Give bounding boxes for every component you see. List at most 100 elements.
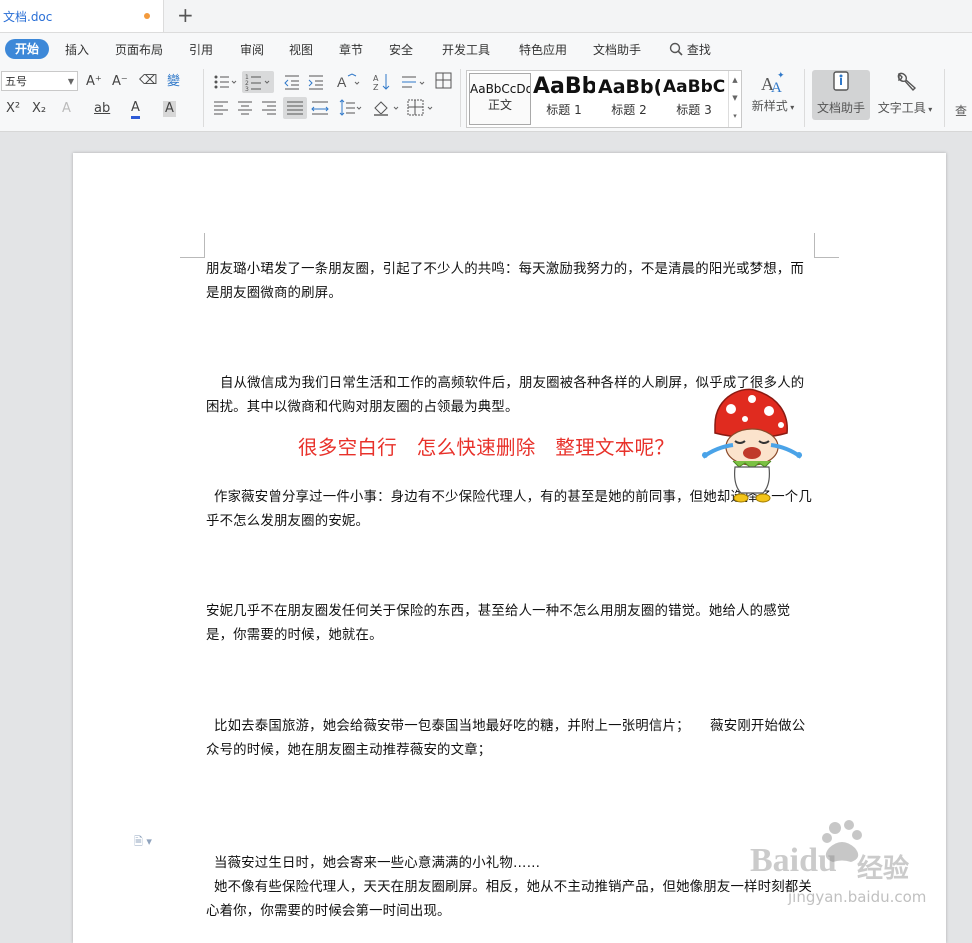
wrench-icon xyxy=(897,72,917,92)
menu-tab-page-layout[interactable]: 页面布局 xyxy=(115,41,163,58)
separator xyxy=(460,69,461,127)
align-left-icon[interactable] xyxy=(213,100,229,116)
document-tab-title: 文档.doc xyxy=(3,10,53,24)
font-color-button[interactable]: A xyxy=(131,100,140,119)
sort-icon[interactable]: AZ xyxy=(372,72,392,92)
increase-indent-icon[interactable] xyxy=(307,73,325,91)
style-heading-1-sample: AaBb xyxy=(533,74,595,99)
watermark-brand-cn: 经验 xyxy=(857,854,910,884)
style-heading-1[interactable]: AaBb 标题 1 xyxy=(533,73,595,123)
doc-assistant-label: 文档助手 xyxy=(816,101,865,115)
doc-assistant-button[interactable]: 文档助手 xyxy=(812,70,870,120)
body-paragraph: 她不像有些保险代理人，天天在朋友圈刷屏。相反，她从不主动推销产品，但她像朋友一样… xyxy=(206,880,812,919)
ribbon-toolbar: 五号 ▼ A⁺ A⁻ ⌫ 變 X² X₂ A ab A A 123 A AZ A… xyxy=(0,65,972,132)
superscript-button[interactable]: X² xyxy=(6,101,20,117)
text-tools-button[interactable]: 文字工具 ▾ xyxy=(875,70,935,120)
style-heading-2-sample: AaBb( xyxy=(598,76,660,98)
text-effect-button[interactable]: A xyxy=(62,101,71,117)
doc-assistant-icon xyxy=(833,71,849,91)
decrease-indent-icon[interactable] xyxy=(283,73,301,91)
menu-tab-view[interactable]: 视图 xyxy=(289,41,313,58)
font-shrink-button[interactable]: A⁻ xyxy=(112,74,128,90)
style-gallery-scroll[interactable]: ▲ ▼ ▾ xyxy=(728,71,741,127)
style-heading-3[interactable]: AaBbC 标题 3 xyxy=(663,73,725,123)
svg-text:A: A xyxy=(337,74,347,90)
annotation-banner: 很多空白行 怎么快速删除 整理文本呢？ xyxy=(298,436,675,459)
text-tools-label: 文字工具 xyxy=(877,101,926,115)
crop-mark xyxy=(204,233,205,258)
font-size-value: 五号 xyxy=(5,75,27,88)
menu-bar: 开始 插入 页面布局 引用 审阅 视图 章节 安全 开发工具 特色应用 文档助手… xyxy=(0,33,972,65)
find-label: 查找 xyxy=(954,104,967,118)
svg-text:Z: Z xyxy=(373,83,379,92)
menu-tab-review[interactable]: 审阅 xyxy=(240,41,264,58)
crying-mushroom-sticker xyxy=(701,388,803,503)
align-right-icon[interactable] xyxy=(261,100,277,116)
svg-text:✦: ✦ xyxy=(777,71,785,81)
body-paragraph: 朋友璐小珺发了一条朋友圈，引起了不少人的共鸣：每天激励我努力的，不是清晨的阳光或… xyxy=(206,262,804,301)
text-direction-icon[interactable]: A xyxy=(335,72,361,92)
menu-search[interactable]: 查找 xyxy=(669,41,711,58)
style-heading-1-label: 标题 1 xyxy=(546,103,582,117)
menu-tab-security[interactable]: 安全 xyxy=(389,41,413,58)
clear-format-button[interactable]: ⌫ xyxy=(139,73,157,89)
menu-tab-features[interactable]: 特色应用 xyxy=(519,41,567,58)
style-normal-sample: AaBbCcDd xyxy=(470,82,530,96)
svg-text:A: A xyxy=(771,80,782,94)
numbered-list-icon[interactable]: 123 xyxy=(242,71,274,93)
new-style-label: 新样式 xyxy=(751,99,788,113)
new-style-button[interactable]: A A ✦ 新样式 ▾ xyxy=(748,70,798,120)
separator xyxy=(804,69,805,127)
chevron-down-icon: ▼ xyxy=(67,77,74,86)
separator xyxy=(203,69,204,127)
paragraph-format-icon[interactable]: 🗎 ▾ xyxy=(134,833,152,852)
font-grow-button[interactable]: A⁺ xyxy=(86,74,102,90)
svg-text:3: 3 xyxy=(245,86,249,93)
find-button[interactable]: 查找 xyxy=(950,70,972,120)
style-normal-label: 正文 xyxy=(487,98,512,112)
style-heading-3-label: 标题 3 xyxy=(676,103,712,117)
menu-tab-references[interactable]: 引用 xyxy=(189,41,213,58)
style-gallery: AaBbCcDd 正文 AaBb 标题 1 AaBb( 标题 2 AaBbC 标… xyxy=(466,70,742,128)
shading-bucket-icon[interactable] xyxy=(372,99,400,117)
magnifier-icon xyxy=(669,42,683,56)
char-shading-button[interactable]: A xyxy=(163,101,176,117)
menu-tab-start[interactable]: 开始 xyxy=(5,39,49,59)
align-center-icon[interactable] xyxy=(237,100,253,116)
highlight-button[interactable]: ab xyxy=(94,101,110,117)
crop-mark xyxy=(814,257,839,258)
phonetic-guide-button[interactable]: 變 xyxy=(167,74,180,90)
style-normal[interactable]: AaBbCcDd 正文 xyxy=(469,73,531,125)
document-tab[interactable]: 文档.doc xyxy=(0,0,164,32)
justify-icon[interactable] xyxy=(283,97,307,119)
menu-tab-insert[interactable]: 插入 xyxy=(65,41,89,58)
body-paragraph: 当薇安过生日时，她会寄来一些心意满满的小礼物…… xyxy=(214,856,541,871)
line-spacing-icon[interactable] xyxy=(337,99,363,117)
body-paragraph: 安妮几乎不在朋友圈发任何关于保险的东西，甚至给人一种不怎么用朋友圈的错觉。她给人… xyxy=(206,604,791,643)
menu-tab-chapter[interactable]: 章节 xyxy=(339,41,363,58)
style-heading-3-sample: AaBbC xyxy=(663,77,725,97)
borders-icon[interactable] xyxy=(407,99,435,117)
font-size-select[interactable]: 五号 ▼ xyxy=(1,71,78,91)
subscript-button[interactable]: X₂ xyxy=(32,101,46,117)
style-heading-2-label: 标题 2 xyxy=(611,103,647,117)
distributed-align-icon[interactable] xyxy=(311,100,329,116)
new-style-icon: AA✦ xyxy=(761,71,785,96)
menu-tab-doc-assistant[interactable]: 文档助手 xyxy=(593,41,641,58)
title-tab-bar: 文档.doc + xyxy=(0,0,972,33)
separator xyxy=(944,69,945,127)
table-grid-icon[interactable] xyxy=(435,72,453,90)
unsaved-dot-icon xyxy=(144,13,150,19)
bullet-list-icon[interactable] xyxy=(213,73,237,91)
menu-tab-developer[interactable]: 开发工具 xyxy=(442,41,490,58)
menu-search-label: 查找 xyxy=(686,43,711,57)
style-heading-2[interactable]: AaBb( 标题 2 xyxy=(598,73,660,123)
crop-mark xyxy=(180,257,205,258)
crop-mark xyxy=(814,233,815,258)
svg-text:A: A xyxy=(373,74,379,83)
body-paragraph: 比如去泰国旅游，她会给薇安带一包泰国当地最好吃的糖，并附上一张明信片； 薇安刚开… xyxy=(206,719,806,758)
watermark-url: jingyan.baidu.com xyxy=(788,888,927,906)
line-break-icon[interactable] xyxy=(400,72,426,92)
watermark-brand: Baidu xyxy=(750,842,837,879)
new-tab-button[interactable]: + xyxy=(177,4,194,26)
